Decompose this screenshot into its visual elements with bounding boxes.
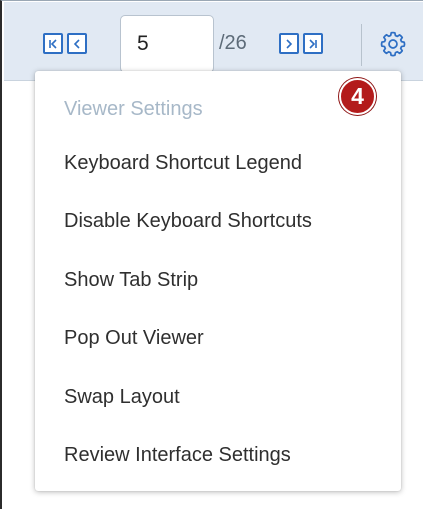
next-page-button[interactable] [279,33,299,54]
menu-item-disable-keyboard-shortcuts[interactable]: Disable Keyboard Shortcuts [64,210,312,233]
settings-button[interactable] [378,29,408,59]
menu-item-pop-out-viewer[interactable]: Pop Out Viewer [64,327,204,350]
menu-item-keyboard-shortcut-legend[interactable]: Keyboard Shortcut Legend [64,152,302,175]
viewer-frame: /26 Viewer Settings Keyboard Shortcut Le… [0,0,423,509]
last-page-button[interactable] [303,33,323,54]
page-number-input[interactable] [120,15,214,73]
menu-header: Viewer Settings [64,98,203,120]
previous-page-button[interactable] [67,33,87,54]
gear-icon [379,30,407,58]
page-total-label: /26 [219,32,247,54]
first-page-button[interactable] [43,33,63,54]
next-page-icon [283,38,295,50]
menu-item-review-interface-settings[interactable]: Review Interface Settings [64,444,291,467]
menu-item-show-tab-strip[interactable]: Show Tab Strip [64,269,198,292]
viewer-toolbar: /26 [4,2,423,81]
last-page-icon [307,38,319,50]
menu-item-swap-layout[interactable]: Swap Layout [64,386,180,409]
toolbar-divider [361,24,362,66]
viewer-settings-menu: Viewer Settings Keyboard Shortcut Legend… [35,71,401,491]
callout-badge: 4 [339,78,376,115]
previous-page-icon [71,38,83,50]
first-page-icon [47,38,59,50]
